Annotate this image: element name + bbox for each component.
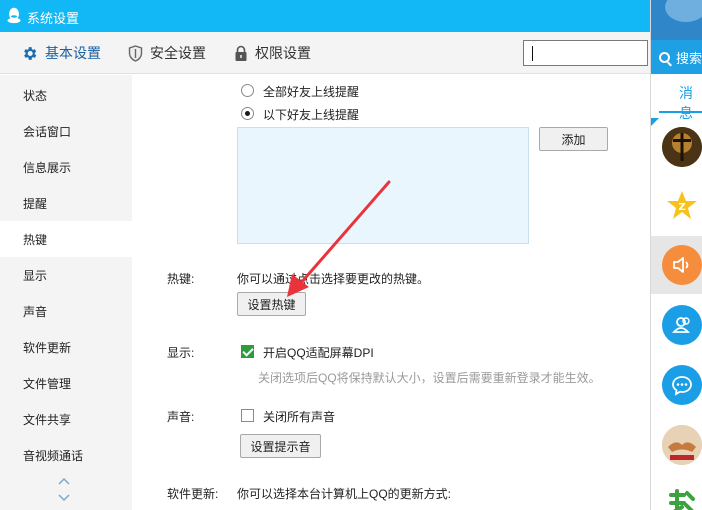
contact-item[interactable] (651, 416, 702, 474)
qq-main-panel: 搜索 消息 Z (650, 0, 702, 510)
hotkey-description: 你可以通过点击选择要更改的热键。 (237, 272, 430, 286)
tab-basic-settings-label: 基本设置 (45, 45, 101, 61)
update-description: 你可以选择本台计算机上QQ的更新方式: (237, 487, 452, 501)
contact-item[interactable] (651, 236, 702, 294)
all-friends-online-alert-label: 全部好友上线提醒 (263, 85, 360, 99)
qq-search-label: 搜索 (676, 50, 702, 66)
contact-item[interactable] (651, 296, 702, 354)
lock-icon (235, 45, 247, 61)
dpi-adapt-checkbox[interactable] (241, 345, 254, 358)
pinned-corner-marker (651, 118, 659, 126)
sidebar-item-status[interactable]: 状态 (0, 77, 132, 113)
sidebar-item-file-sharing[interactable]: 文件共享 (0, 401, 132, 437)
sidebar-item-chat-window[interactable]: 会话窗口 (0, 113, 132, 149)
contact-item[interactable] (651, 118, 702, 176)
add-friend-button[interactable]: 添加 (539, 127, 608, 151)
display-section-label: 显示: (167, 346, 195, 360)
settings-window: 系统设置 基本设置 安全设置 权限设置 状态 会话窗口 信息展示 提醒 热键 显… (0, 0, 650, 510)
settings-sidebar: 状态 会话窗口 信息展示 提醒 热键 显示 声音 软件更新 文件管理 文件共享 … (0, 75, 132, 510)
shield-icon (128, 44, 143, 62)
sidebar-item-file-management[interactable]: 文件管理 (0, 365, 132, 401)
mute-all-sounds-label: 关闭所有声音 (263, 410, 336, 424)
sidebar-item-hotkeys[interactable]: 热键 (0, 221, 132, 257)
green-character-avatar-icon (662, 485, 702, 510)
profile-cover-image (665, 0, 702, 22)
radio-selected-friends-online-alert[interactable] (241, 107, 254, 120)
mute-all-sounds-checkbox[interactable] (241, 409, 254, 422)
qq-penguin-icon (7, 7, 21, 24)
chevron-down-icon[interactable] (57, 493, 71, 503)
tab-security-settings-label: 安全设置 (150, 45, 206, 61)
sidebar-item-info-display[interactable]: 信息展示 (0, 149, 132, 185)
title-bar[interactable]: 系统设置 (0, 0, 650, 32)
qzone-star-icon: Z (662, 185, 702, 225)
handshake-avatar-icon (662, 425, 702, 465)
settings-content: 全部好友上线提醒 以下好友上线提醒 添加 热键: 你可以通过点击选择要更改的热键… (132, 75, 650, 510)
contacts-icon (662, 305, 702, 345)
sidebar-item-av-calls[interactable]: 音视频通话 (0, 437, 132, 473)
search-icon (659, 51, 670, 63)
sidebar-item-reminders[interactable]: 提醒 (0, 185, 132, 221)
set-hotkey-button[interactable]: 设置热键 (237, 292, 306, 316)
settings-search-input[interactable] (523, 40, 648, 66)
contact-item[interactable]: Z (651, 176, 702, 234)
friend-list-box[interactable] (237, 127, 529, 244)
qq-profile-header[interactable] (651, 0, 702, 40)
hotkey-section-label: 热键: (167, 272, 195, 286)
chat-bubble-icon (662, 365, 702, 405)
settings-tab-bar: 基本设置 安全设置 权限设置 (0, 32, 650, 74)
sidebar-item-sound[interactable]: 声音 (0, 293, 132, 329)
dpi-adapt-hint: 关闭选项后QQ将保持默认大小，设置后需要重新登录才能生效。 (258, 371, 601, 385)
crucifix-avatar-icon (662, 127, 702, 167)
sidebar-item-software-update[interactable]: 软件更新 (0, 329, 132, 365)
speaker-icon (662, 245, 702, 285)
update-section-label: 软件更新: (167, 487, 219, 501)
tab-messages[interactable]: 消息 (679, 83, 702, 123)
radio-all-friends-online-alert[interactable] (241, 84, 254, 97)
sidebar-item-display[interactable]: 显示 (0, 257, 132, 293)
set-alert-sound-button[interactable]: 设置提示音 (240, 434, 321, 458)
gear-icon (24, 46, 37, 60)
tab-security-settings[interactable]: 安全设置 (128, 32, 206, 74)
tab-active-underline (659, 111, 702, 113)
window-title: 系统设置 (27, 11, 80, 26)
selected-friends-online-alert-label: 以下好友上线提醒 (263, 108, 360, 122)
chevron-up-icon[interactable] (57, 476, 71, 486)
contact-item[interactable] (651, 356, 702, 414)
dpi-adapt-label: 开启QQ适配屏幕DPI (263, 346, 374, 360)
qq-search-bar[interactable]: 搜索 (651, 40, 702, 74)
tab-permission-settings-label: 权限设置 (255, 45, 311, 61)
contact-item[interactable] (651, 476, 702, 510)
svg-text:Z: Z (678, 202, 685, 213)
text-caret (532, 46, 533, 61)
tab-permission-settings[interactable]: 权限设置 (234, 32, 311, 74)
sound-section-label: 声音: (167, 410, 195, 424)
tab-basic-settings[interactable]: 基本设置 (21, 32, 101, 74)
